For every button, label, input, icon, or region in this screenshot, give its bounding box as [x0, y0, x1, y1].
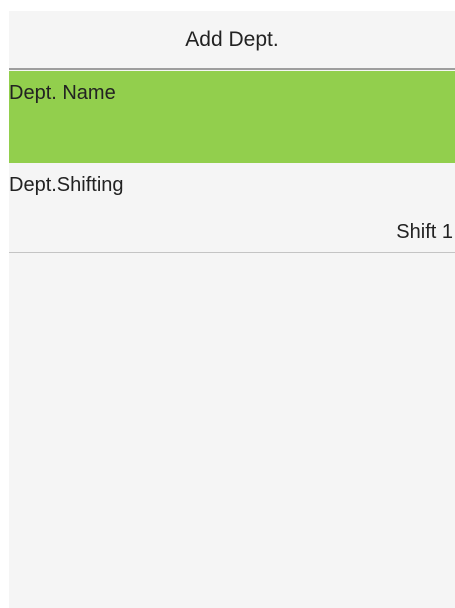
dept-name-label: Dept. Name: [9, 82, 116, 104]
dept-shifting-row[interactable]: Dept.Shifting Shift 1: [9, 163, 455, 253]
title-divider: [9, 68, 455, 70]
dept-shifting-value: Shift 1: [396, 221, 453, 243]
device-screen: Add Dept. Dept. Name Dept.Shifting Shift…: [9, 11, 455, 608]
page-title: Add Dept.: [9, 11, 455, 68]
dept-shifting-label: Dept.Shifting: [9, 174, 124, 196]
dept-name-row[interactable]: Dept. Name: [9, 71, 455, 163]
